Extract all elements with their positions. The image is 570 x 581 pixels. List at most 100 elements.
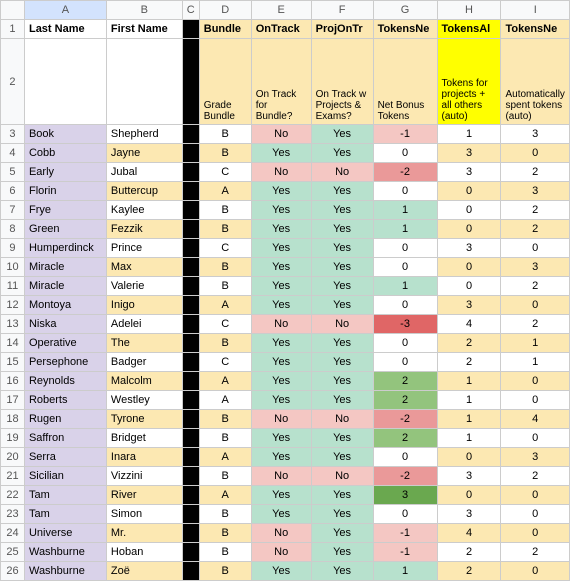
cell-firstname[interactable]: Buttercup [106,182,182,201]
col-D[interactable]: D [199,1,251,20]
cell-nettokens[interactable]: -1 [373,524,437,543]
col-I[interactable]: I [501,1,570,20]
cell-nettokens[interactable]: -1 [373,125,437,144]
row-num[interactable]: 20 [1,448,25,467]
desc-tokensall[interactable]: Tokens for projects + all others (auto) [437,39,501,125]
cell-firstname[interactable]: Zoë [106,562,182,581]
hdr-bundle[interactable]: Bundle [199,20,251,39]
row-num[interactable]: 5 [1,163,25,182]
cell-tokensall[interactable]: 3 [437,239,501,258]
cell-firstname[interactable]: Max [106,258,182,277]
cell-ontrack[interactable]: Yes [251,372,311,391]
cell-projontrack[interactable]: Yes [311,524,373,543]
cell-nettokens[interactable]: -2 [373,410,437,429]
row-num[interactable]: 11 [1,277,25,296]
cell-lastname[interactable]: Washburne [24,543,106,562]
row-2[interactable]: 2 [1,39,25,125]
hdr-tokensnet[interactable]: TokensNe [373,20,437,39]
cell-lastname[interactable]: Persephone [24,353,106,372]
cell-tokensauto[interactable]: 3 [501,258,570,277]
cell-bundle[interactable]: B [199,543,251,562]
cell-firstname[interactable]: Inara [106,448,182,467]
cell-bundle[interactable]: C [199,315,251,334]
hdr-firstname[interactable]: First Name [106,20,182,39]
desc-tokensnet[interactable]: Net Bonus Tokens [373,39,437,125]
cell-projontrack[interactable]: Yes [311,182,373,201]
cell-bundle[interactable]: C [199,163,251,182]
cell-tokensauto[interactable]: 2 [501,201,570,220]
cell-tokensauto[interactable]: 0 [501,296,570,315]
cell-nettokens[interactable]: -2 [373,467,437,486]
cell-lastname[interactable]: Humperdinck [24,239,106,258]
cell-tokensall[interactable]: 4 [437,524,501,543]
cell-bundle[interactable]: A [199,448,251,467]
cell-projontrack[interactable]: Yes [311,277,373,296]
cell-projontrack[interactable]: Yes [311,296,373,315]
cell-tokensall[interactable]: 3 [437,505,501,524]
cell-firstname[interactable]: Bridget [106,429,182,448]
cell-projontrack[interactable]: No [311,163,373,182]
cell-tokensall[interactable]: 2 [437,334,501,353]
cell-projontrack[interactable]: Yes [311,334,373,353]
row-num[interactable]: 24 [1,524,25,543]
cell-firstname[interactable]: Fezzik [106,220,182,239]
cell-nettokens[interactable]: 0 [373,334,437,353]
cell-bundle[interactable]: B [199,201,251,220]
cell-lastname[interactable]: Serra [24,448,106,467]
row-num[interactable]: 23 [1,505,25,524]
cell-bundle[interactable]: A [199,182,251,201]
cell-projontrack[interactable]: Yes [311,201,373,220]
cell-tokensall[interactable]: 4 [437,315,501,334]
col-G[interactable]: G [373,1,437,20]
cell-firstname[interactable]: Malcolm [106,372,182,391]
cell-nettokens[interactable]: 0 [373,353,437,372]
hdr-ontrack[interactable]: OnTrack [251,20,311,39]
row-num[interactable]: 19 [1,429,25,448]
cell-nettokens[interactable]: 0 [373,144,437,163]
cell-firstname[interactable]: Prince [106,239,182,258]
cell-lastname[interactable]: Operative [24,334,106,353]
cell-ontrack[interactable]: Yes [251,277,311,296]
cell-A2[interactable] [24,39,106,125]
cell-tokensall[interactable]: 2 [437,562,501,581]
cell-nettokens[interactable]: 2 [373,372,437,391]
cell-lastname[interactable]: Tam [24,486,106,505]
cell-ontrack[interactable]: Yes [251,258,311,277]
cell-lastname[interactable]: Miracle [24,277,106,296]
cell-tokensall[interactable]: 1 [437,429,501,448]
cell-firstname[interactable]: Vizzini [106,467,182,486]
cell-ontrack[interactable]: Yes [251,296,311,315]
cell-nettokens[interactable]: 1 [373,562,437,581]
cell-projontrack[interactable]: Yes [311,258,373,277]
cell-bundle[interactable]: C [199,239,251,258]
cell-projontrack[interactable]: Yes [311,144,373,163]
cell-lastname[interactable]: Reynolds [24,372,106,391]
cell-bundle[interactable]: B [199,429,251,448]
cell-bundle[interactable]: B [199,258,251,277]
cell-tokensall[interactable]: 1 [437,125,501,144]
cell-tokensauto[interactable]: 2 [501,220,570,239]
cell-tokensall[interactable]: 0 [437,486,501,505]
cell-tokensall[interactable]: 3 [437,144,501,163]
row-num[interactable]: 18 [1,410,25,429]
hdr-projontrack[interactable]: ProjOnTr [311,20,373,39]
cell-tokensall[interactable]: 3 [437,163,501,182]
row-1[interactable]: 1 [1,20,25,39]
cell-tokensauto[interactable]: 0 [501,144,570,163]
desc-bundle[interactable]: Grade Bundle [199,39,251,125]
cell-bundle[interactable]: A [199,486,251,505]
col-A[interactable]: A [24,1,106,20]
row-num[interactable]: 22 [1,486,25,505]
row-num[interactable]: 7 [1,201,25,220]
cell-projontrack[interactable]: Yes [311,353,373,372]
cell-tokensauto[interactable]: 1 [501,353,570,372]
cell-lastname[interactable]: Frye [24,201,106,220]
cell-tokensall[interactable]: 3 [437,296,501,315]
cell-ontrack[interactable]: Yes [251,429,311,448]
cell-bundle[interactable]: B [199,505,251,524]
cell-tokensall[interactable]: 2 [437,353,501,372]
cell-tokensauto[interactable]: 0 [501,505,570,524]
cell-tokensall[interactable]: 1 [437,391,501,410]
cell-projontrack[interactable]: Yes [311,429,373,448]
cell-ontrack[interactable]: Yes [251,448,311,467]
